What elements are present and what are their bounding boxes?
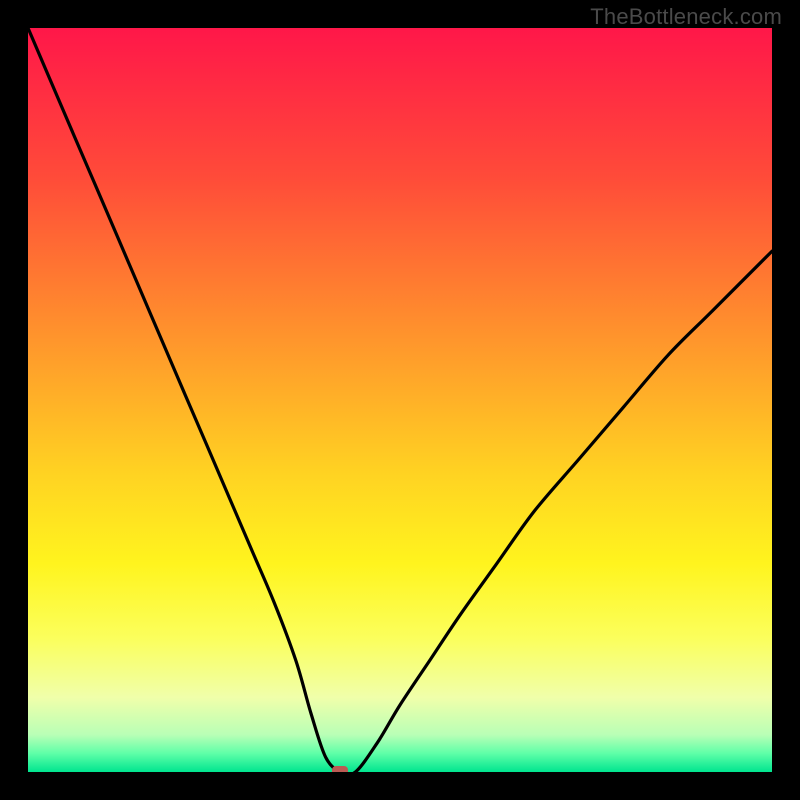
chart-plot-area — [28, 28, 772, 772]
chart-frame: TheBottleneck.com — [0, 0, 800, 800]
gradient-background — [28, 28, 772, 772]
optimal-point-marker — [332, 766, 348, 772]
chart-svg — [28, 28, 772, 772]
watermark-text: TheBottleneck.com — [590, 4, 782, 30]
